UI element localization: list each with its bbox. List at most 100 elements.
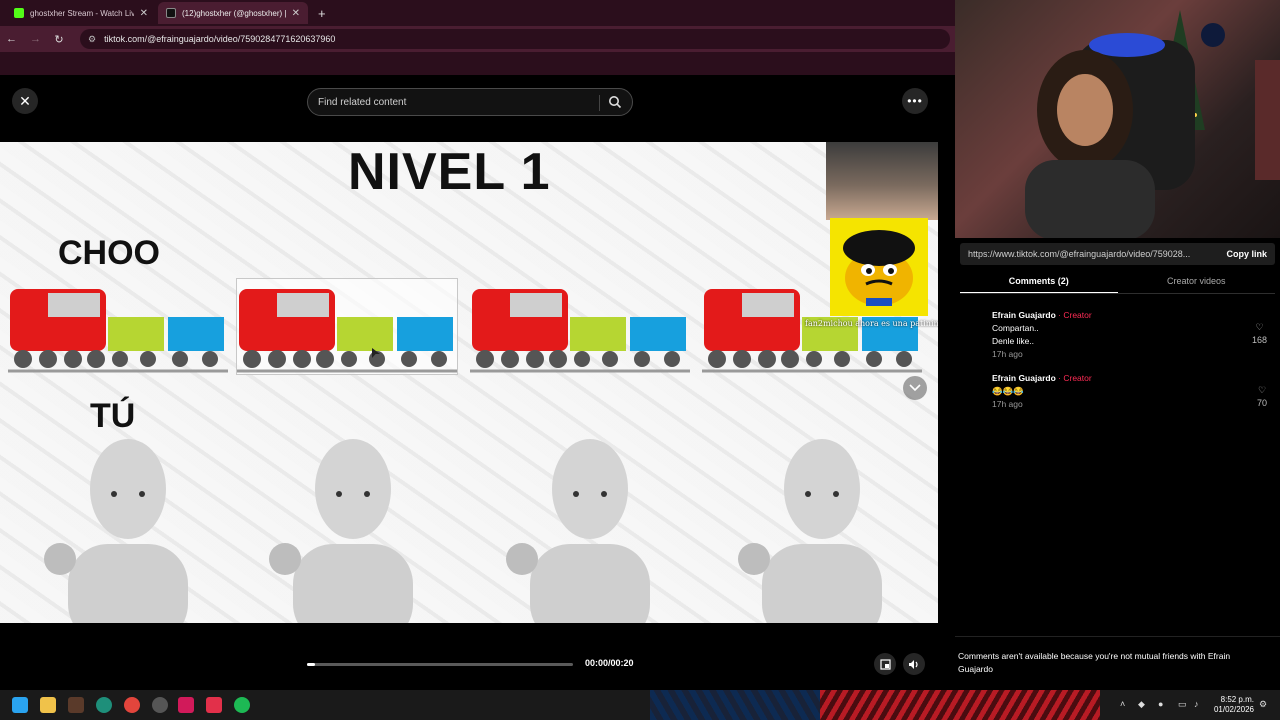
- tiktok-app-icon[interactable]: [178, 697, 194, 713]
- volume-icon: [909, 659, 918, 669]
- tiktok-icon: [166, 8, 176, 18]
- panel-tabs: Comments (2) Creator videos: [960, 272, 1275, 294]
- browser-content-top: [0, 52, 955, 75]
- thumbs-down-person-image: [269, 439, 413, 623]
- search-placeholder: Find related content: [318, 96, 407, 108]
- panel-divider: [955, 636, 1280, 637]
- heart-icon[interactable]: ♡: [1252, 321, 1267, 334]
- like-count: 168: [1251, 335, 1267, 345]
- microphone-icon[interactable]: ●: [1158, 699, 1163, 709]
- train-image: [236, 278, 458, 375]
- close-tab-icon[interactable]: ✕: [292, 8, 300, 19]
- tray-app-icon[interactable]: ◆: [1138, 699, 1145, 710]
- app-icon[interactable]: [206, 697, 222, 713]
- comment-text-line: Compartan..: [992, 323, 1039, 333]
- clock-time: 8:52 p.m.: [1220, 695, 1254, 704]
- video-overlay-comment: fan2michou ahora es una patinina: [805, 319, 938, 328]
- timecode: 00:00/00:20: [585, 658, 634, 668]
- comment-like[interactable]: ♡ 168: [1252, 321, 1267, 347]
- comment-author[interactable]: Efrain Guajardo: [992, 310, 1056, 320]
- forward-icon[interactable]: →: [30, 33, 41, 45]
- comment-item: Efrain Guajardo · Creator Compartan.. De…: [992, 309, 1267, 361]
- comment-author[interactable]: Efrain Guajardo: [992, 373, 1056, 383]
- app-icon[interactable]: [68, 697, 84, 713]
- search-input[interactable]: Find related content: [307, 88, 633, 116]
- tab-title: ghostxher Stream - Watch Live: [30, 8, 134, 18]
- like-count: 70: [1256, 398, 1267, 408]
- comment-item: Efrain Guajardo · Creator 😂😂😂 17h ago ♡ …: [992, 372, 1267, 411]
- notifications-icon[interactable]: ⚙: [1259, 699, 1267, 710]
- close-icon: ✕: [19, 92, 31, 109]
- share-link-text[interactable]: https://www.tiktok.com/@efrainguajardo/v…: [968, 249, 1208, 259]
- comments-unavailable-notice: Comments aren't available because you're…: [958, 651, 1231, 674]
- copy-link-button[interactable]: Copy link: [1226, 249, 1267, 259]
- separator-dot: ·: [1058, 373, 1061, 383]
- next-video-button[interactable]: [903, 376, 927, 400]
- chrome-icon[interactable]: [124, 697, 140, 713]
- streamer-webcam: [955, 0, 1280, 238]
- file-explorer-icon[interactable]: [40, 697, 56, 713]
- webcam-scene-image: [1025, 10, 1280, 238]
- tab-title: (12)ghostxher (@ghostxher) | TikTok: [182, 8, 286, 18]
- tray-chevron-icon[interactable]: ˄: [1120, 699, 1125, 709]
- taskbar-clock[interactable]: 8:52 p.m. 01/02/2026: [1208, 695, 1254, 715]
- comment-time: 17h ago: [992, 349, 1023, 359]
- train-image: [470, 289, 690, 373]
- reload-icon[interactable]: ↻: [54, 33, 64, 46]
- creator-facecam: [826, 142, 938, 220]
- comment-like[interactable]: ♡ 70: [1257, 384, 1267, 410]
- close-button[interactable]: ✕: [12, 88, 38, 114]
- chevron-down-icon: [909, 384, 921, 392]
- back-icon[interactable]: ←: [6, 33, 17, 45]
- thumbs-down-person-image: [738, 439, 882, 623]
- url-field[interactable]: ⚙ tiktok.com/@efrainguajardo/video/75902…: [80, 29, 950, 49]
- search-icon[interactable]: [608, 95, 622, 109]
- settings-icon[interactable]: [152, 697, 168, 713]
- taskbar: ˄ ◆ ● ▭ ♪ 8:52 p.m. 01/02/2026 ⚙: [0, 690, 1280, 720]
- volume-button[interactable]: [903, 653, 925, 675]
- volume-tray-icon[interactable]: ♪: [1194, 699, 1199, 709]
- train-image: [8, 289, 228, 373]
- clock-date: 01/02/2026: [1213, 705, 1254, 714]
- video-label-choo: CHOO: [58, 234, 160, 272]
- app-icon[interactable]: [96, 697, 112, 713]
- heart-icon[interactable]: ♡: [1257, 384, 1267, 397]
- url-text: tiktok.com/@efrainguajardo/video/7590284…: [104, 34, 336, 44]
- more-icon: •••: [907, 94, 923, 108]
- browser-tab-bar: ghostxher Stream - Watch Live ✕ (12)ghos…: [0, 0, 955, 26]
- close-tab-icon[interactable]: ✕: [140, 8, 148, 19]
- comment-text-line: 😂😂😂: [992, 386, 1024, 396]
- wallpaper-strip: [820, 690, 1100, 720]
- separator-dot: ·: [1058, 310, 1061, 320]
- progress-bar[interactable]: [307, 663, 573, 666]
- tab-comments[interactable]: Comments (2): [960, 272, 1118, 293]
- windows-start-icon[interactable]: [12, 697, 28, 713]
- video-title-text: NIVEL 1: [348, 143, 551, 201]
- creator-badge: Creator: [1063, 373, 1092, 383]
- address-bar-row: ← → ↻ ⚙ tiktok.com/@efrainguajardo/video…: [0, 26, 955, 52]
- thumbs-down-person-image: [506, 439, 650, 623]
- tab-creator-videos[interactable]: Creator videos: [1118, 272, 1276, 293]
- picture-in-picture-button[interactable]: [874, 653, 896, 675]
- browser-tab-kick[interactable]: ghostxher Stream - Watch Live ✕: [6, 2, 156, 24]
- spotify-icon[interactable]: [234, 697, 250, 713]
- comment-time: 17h ago: [992, 399, 1023, 409]
- video-controls: 00:00/00:20: [0, 623, 955, 690]
- progress-fill: [307, 663, 315, 666]
- new-tab-button[interactable]: +: [318, 6, 326, 21]
- more-options-button[interactable]: •••: [902, 88, 928, 114]
- comment-text-line: Denle like..: [992, 336, 1035, 346]
- video-player: ✕ Find related content ••• NIVEL 1 CHOO …: [0, 75, 955, 690]
- site-info-icon[interactable]: ⚙: [88, 34, 96, 45]
- creator-badge: Creator: [1063, 310, 1092, 320]
- kick-icon: [14, 8, 24, 18]
- video-frame[interactable]: NIVEL 1 CHOO TÚ fan2michou ahora es una …: [0, 142, 938, 623]
- pip-icon: [879, 658, 891, 670]
- search-divider: [599, 95, 600, 111]
- comments-panel: https://www.tiktok.com/@efrainguajardo/v…: [955, 238, 1280, 690]
- network-icon[interactable]: ▭: [1178, 699, 1187, 710]
- thumbs-down-person-image: [44, 439, 188, 623]
- pou-character-image: [830, 218, 928, 316]
- share-link-row: https://www.tiktok.com/@efrainguajardo/v…: [960, 243, 1275, 265]
- browser-tab-tiktok[interactable]: (12)ghostxher (@ghostxher) | TikTok ✕: [158, 2, 308, 24]
